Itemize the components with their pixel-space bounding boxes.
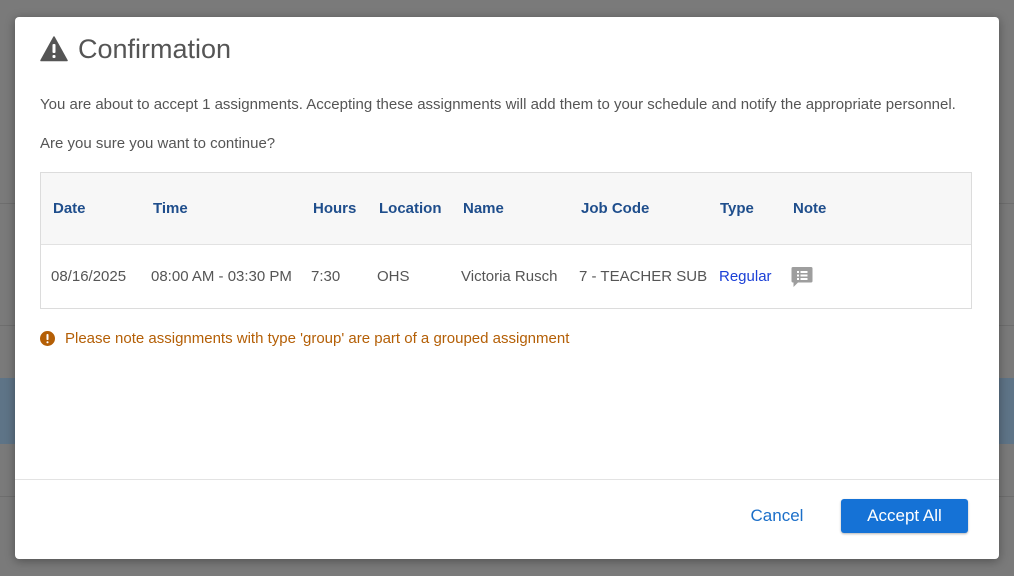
column-header-hours: Hours <box>313 200 357 217</box>
cell-time: 08:00 AM - 03:30 PM <box>151 268 292 285</box>
table-header-row: Date Time Hours Location Name Job Code T… <box>41 173 971 245</box>
column-header-date: Date <box>53 200 86 217</box>
column-header-job-code: Job Code <box>581 200 650 217</box>
accept-all-button[interactable]: Accept All <box>841 499 968 533</box>
assignments-table: Date Time Hours Location Name Job Code T… <box>40 172 972 309</box>
column-header-time: Time <box>153 200 188 217</box>
comment-list-icon[interactable] <box>790 265 814 289</box>
column-header-name: Name <box>463 200 504 217</box>
notice-text: Please note assignments with type 'group… <box>65 330 570 347</box>
info-circle-icon <box>40 331 55 346</box>
dialog-header: Confirmation <box>40 32 231 66</box>
column-header-type: Type <box>720 200 754 217</box>
cell-job-code: 7 - TEACHER SUB <box>579 268 708 285</box>
footer-divider <box>15 479 999 480</box>
confirmation-message: You are about to accept 1 assignments. A… <box>40 96 956 113</box>
cancel-button[interactable]: Cancel <box>733 499 821 533</box>
column-header-location: Location <box>379 200 442 217</box>
table-row: 08/16/2025 08:00 AM - 03:30 PM 7:30 OHS … <box>41 245 971 309</box>
cell-location: OHS <box>377 268 410 285</box>
dialog-title: Confirmation <box>78 33 232 64</box>
cell-type-link[interactable]: Regular <box>719 268 772 285</box>
group-assignment-notice: Please note assignments with type 'group… <box>40 330 569 347</box>
cell-hours: 7:30 <box>311 268 341 285</box>
warning-icon <box>40 36 68 62</box>
confirmation-question: Are you sure you want to continue? <box>40 135 276 152</box>
column-header-note: Note <box>793 200 827 217</box>
confirmation-dialog: Confirmation You are about to accept 1 a… <box>15 17 999 559</box>
cell-date: 08/16/2025 <box>51 268 127 285</box>
cell-name: Victoria Rusch <box>461 268 558 285</box>
